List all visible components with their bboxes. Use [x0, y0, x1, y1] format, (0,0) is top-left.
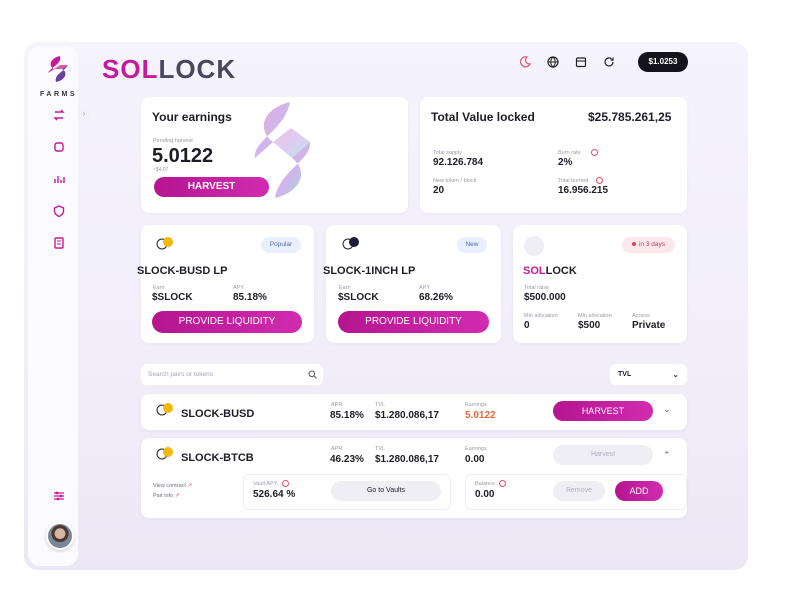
- stat-label: New token / block: [433, 178, 477, 184]
- earnings-title: Your earnings: [152, 110, 232, 124]
- chevron-down-icon: ⌄: [672, 370, 679, 379]
- apy-label: APY: [233, 285, 245, 291]
- stat-value: 92.126.784: [433, 157, 484, 168]
- calendar-icon[interactable]: [574, 55, 588, 69]
- earnings-usd: ~$4.07: [153, 167, 169, 173]
- provide-liquidity-button[interactable]: PROVIDE LIQUIDITY: [338, 311, 489, 333]
- pending-label: Pending harvest: [153, 138, 193, 144]
- apr-label: APR: [331, 402, 343, 408]
- min-allocation-value: 0: [524, 320, 530, 331]
- earn-label: Earn: [339, 285, 351, 291]
- apy-value: 68.26%: [419, 292, 453, 303]
- tvl-label: TVL: [375, 446, 386, 452]
- tvl-value: $1.280.086,17: [375, 454, 439, 465]
- min-allocation-label: Min allocation: [524, 313, 558, 319]
- info-icon[interactable]: [499, 480, 506, 487]
- sidebar: [28, 46, 78, 566]
- chart-icon[interactable]: [52, 172, 66, 186]
- logo-icon: [48, 56, 68, 82]
- document-icon[interactable]: [52, 236, 66, 250]
- sliders-icon[interactable]: [52, 489, 66, 503]
- vault-apy-label: Vault APY: [253, 481, 278, 487]
- balance-value: 0.00: [475, 489, 495, 500]
- token-pair-icon: [156, 447, 173, 460]
- tvl-value: $1.280.086,17: [375, 410, 439, 421]
- view-contract-link[interactable]: View contract ↗: [153, 483, 192, 489]
- chevron-up-icon[interactable]: ⌃: [663, 450, 671, 461]
- status-badge: Popular: [261, 237, 301, 253]
- shield-icon[interactable]: [52, 204, 66, 218]
- apr-value: 46.23%: [330, 454, 364, 465]
- stat-value: 20: [433, 185, 445, 196]
- search-icon: [308, 370, 317, 379]
- token-pair-icon: [342, 237, 359, 250]
- earnings-value: 5.0122: [152, 145, 214, 167]
- avatar[interactable]: [46, 522, 74, 550]
- countdown-badge: in 3 days: [622, 237, 675, 253]
- apr-label: APR: [331, 446, 343, 452]
- stat-label: Burn rate: [558, 150, 581, 156]
- earnings-value: 0.00: [465, 454, 485, 465]
- farm-pair: SLOCK-BUSD: [181, 408, 255, 420]
- stat-value: 2%: [558, 157, 573, 168]
- max-allocation-label: Min allocation: [578, 313, 612, 319]
- search-input[interactable]: Search pairs or tokens: [141, 364, 323, 385]
- refresh-icon[interactable]: [602, 55, 616, 69]
- farm-pair: SLOCK-BTCB: [181, 452, 254, 464]
- info-icon[interactable]: [596, 177, 603, 184]
- sidebar-collapse-button[interactable]: ›: [78, 107, 90, 121]
- globe-icon[interactable]: [546, 55, 560, 69]
- earnings-label: Earnings: [465, 402, 487, 408]
- price-button[interactable]: $1.0253: [638, 52, 688, 72]
- token-pair-icon: [156, 403, 173, 416]
- earnings-value: 5.0122: [465, 410, 496, 421]
- external-link-icon: ↗: [187, 483, 193, 489]
- chevron-down-icon[interactable]: ⌄: [663, 404, 671, 415]
- stat-label: Total supply: [433, 150, 463, 156]
- sidebar-caption: FARMS: [40, 91, 77, 98]
- go-to-vaults-button[interactable]: Go to Vaults: [331, 481, 441, 501]
- apr-value: 85.18%: [330, 410, 364, 421]
- tvl-value: $25.785.261,25: [588, 110, 672, 124]
- dot-icon: [631, 242, 636, 247]
- apy-value: 85.18%: [233, 292, 267, 303]
- status-badge: New: [457, 237, 487, 253]
- sort-select[interactable]: TVL ⌄: [610, 364, 687, 385]
- pool-name: SLOCK-1INCH LP: [323, 265, 416, 277]
- harvest-button-disabled[interactable]: Harvest: [553, 445, 653, 465]
- vault-apy-value: 526.64 %: [253, 489, 296, 500]
- raise-value: $500.000: [524, 292, 566, 303]
- project-logo-icon: [524, 236, 544, 256]
- balance-label: Balance: [475, 481, 495, 487]
- remove-button[interactable]: Remove: [553, 481, 605, 501]
- provide-liquidity-button[interactable]: PROVIDE LIQUIDITY: [152, 311, 302, 333]
- info-icon[interactable]: [282, 480, 289, 487]
- tvl-label: TVL: [375, 402, 386, 408]
- earnings-label: Earnings: [465, 446, 487, 452]
- external-link-icon: ↗: [174, 493, 180, 499]
- info-icon[interactable]: [591, 149, 598, 156]
- pair-info-link[interactable]: Pair info ↗: [153, 493, 179, 499]
- token-pair-icon: [156, 237, 173, 250]
- access-label: Access: [632, 313, 650, 319]
- earn-label: Earn: [153, 285, 165, 291]
- stat-value: 16.956.215: [558, 185, 609, 196]
- tvl-title: Total Value locked: [431, 110, 535, 124]
- pool-name: SLOCK-BUSD LP: [137, 265, 228, 277]
- earn-value: $SLOCK: [152, 292, 193, 303]
- raise-label: Total raise: [524, 285, 550, 291]
- launch-name: SOLLOCK: [523, 265, 577, 277]
- max-allocation-value: $500: [578, 320, 601, 331]
- brand-ribbon-graphic: [254, 102, 311, 198]
- moon-icon[interactable]: [518, 55, 532, 69]
- stat-label: Total burned: [558, 178, 589, 184]
- brand-logo: SOLLOCK: [102, 54, 237, 84]
- harvest-button[interactable]: HARVEST: [553, 401, 653, 421]
- square-icon[interactable]: [52, 140, 66, 154]
- swap-icon[interactable]: [52, 108, 66, 122]
- apy-label: APY: [419, 285, 431, 291]
- earn-value: $SLOCK: [338, 292, 379, 303]
- access-value: Private: [632, 320, 666, 331]
- add-button[interactable]: ADD: [615, 481, 663, 501]
